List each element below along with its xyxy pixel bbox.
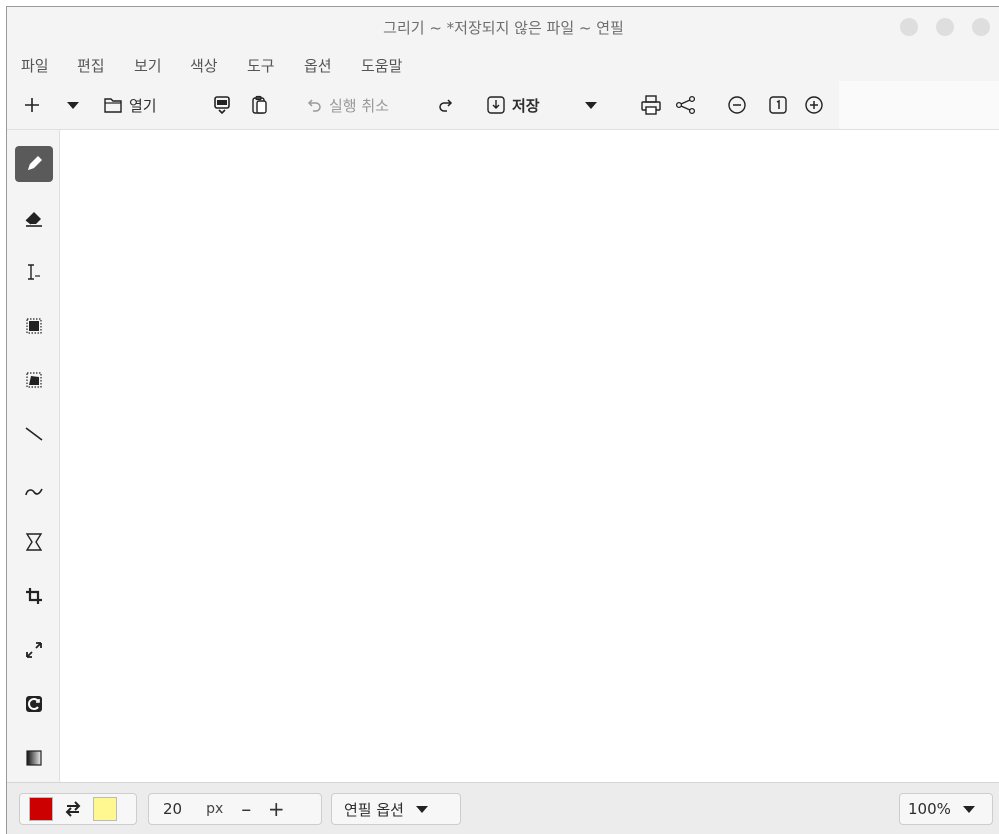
zoom-original-button[interactable] [768,93,788,117]
menu-file[interactable]: 파일 [21,55,49,76]
close-button[interactable] [972,18,990,36]
text-icon [28,264,40,280]
drawing-canvas[interactable] [60,130,999,782]
size-unit: px [206,801,224,817]
new-button[interactable] [23,93,41,117]
chevron-down-icon [67,101,79,109]
menu-bar: 파일 편집 보기 색상 도구 옵션 도움말 [7,47,999,81]
tool-pencil[interactable] [15,146,53,182]
pencil-icon [28,156,42,170]
toolbar: 열기 실행 취소 저장 [7,81,999,130]
tool-panel [7,130,60,782]
size-increase-button[interactable]: + [261,797,291,821]
open-label: 열기 [129,96,157,115]
tool-shape[interactable] [15,524,53,560]
redo-icon [439,99,453,112]
save-button[interactable]: 저장 [486,93,540,117]
color-group [19,793,137,825]
bottom-bar: 20 px – + 연필 옵션 100% [7,782,999,834]
menu-colors[interactable]: 색상 [190,55,218,76]
image-paste-icon [214,96,230,115]
chevron-down-icon [415,805,428,813]
printer-icon [641,95,661,115]
toolbar-zoom-area [839,81,999,129]
paste-button[interactable] [250,93,270,117]
zoom-in-button[interactable] [804,93,824,117]
rotate-icon [26,696,42,712]
plus-icon [25,98,39,112]
undo-button[interactable]: 실행 취소 [307,93,389,117]
options-button[interactable]: 연필 옵션 [331,793,461,825]
save-menu-button[interactable] [585,93,597,117]
tool-free-select[interactable] [15,362,53,398]
tool-curve[interactable] [15,470,53,506]
zoom-1-icon [769,96,787,114]
menu-options[interactable]: 옵션 [304,55,332,76]
tool-line[interactable] [15,416,53,452]
maximize-button[interactable] [936,18,954,36]
scale-icon [26,642,42,658]
window-title: 그리기 ~ *저장되지 않은 파일 ~ 연필 [383,19,624,37]
tool-crop[interactable] [15,578,53,614]
print-button[interactable] [640,93,662,117]
swap-icon [65,801,81,817]
free-select-icon [26,372,42,388]
save-label: 저장 [512,96,540,115]
minimize-button[interactable] [900,18,918,36]
filters-icon [26,750,42,766]
open-button[interactable]: 열기 [103,93,157,117]
zoom-label: 100% [908,800,951,818]
share-button[interactable] [675,93,697,117]
rect-select-icon [26,318,42,334]
chevron-down-icon [962,805,975,813]
undo-icon [307,99,321,112]
clipboard-icon [252,95,267,114]
image-button[interactable] [213,93,231,117]
options-label: 연필 옵션 [344,800,404,819]
curve-icon [25,488,43,496]
menu-tools[interactable]: 도구 [247,55,275,76]
undo-label: 실행 취소 [329,96,389,115]
crop-icon [26,588,42,604]
menu-edit[interactable]: 편집 [77,55,105,76]
tool-text[interactable] [15,254,53,290]
redo-button[interactable] [437,93,453,117]
tool-filters[interactable] [15,740,53,776]
tool-rect-select[interactable] [15,308,53,344]
folder-icon [104,98,122,113]
primary-color-button[interactable] [29,797,53,821]
secondary-color-button[interactable] [93,797,117,821]
chevron-down-icon [585,101,597,109]
size-group: 20 px – + [148,793,322,825]
zoom-in-icon [805,96,823,114]
zoom-out-icon [728,96,746,114]
line-icon [25,427,43,441]
new-menu-button[interactable] [67,93,79,117]
size-value[interactable]: 20 [163,800,182,818]
save-icon [487,96,505,114]
zoom-menu-button[interactable]: 100% [899,793,993,825]
menu-view[interactable]: 보기 [134,55,162,76]
menu-help[interactable]: 도움말 [361,55,402,76]
share-icon [675,95,696,115]
title-bar: 그리기 ~ *저장되지 않은 파일 ~ 연필 [7,7,999,47]
tool-eraser[interactable] [15,200,53,236]
tool-scale[interactable] [15,632,53,668]
swap-colors-button[interactable] [53,800,93,818]
shape-icon [25,533,43,551]
app-window: 그리기 ~ *저장되지 않은 파일 ~ 연필 파일 편집 보기 색상 도구 옵션… [6,6,999,834]
zoom-out-button[interactable] [727,93,747,117]
eraser-icon [25,212,42,227]
tool-rotate[interactable] [15,686,53,722]
size-decrease-button[interactable]: – [231,797,261,821]
